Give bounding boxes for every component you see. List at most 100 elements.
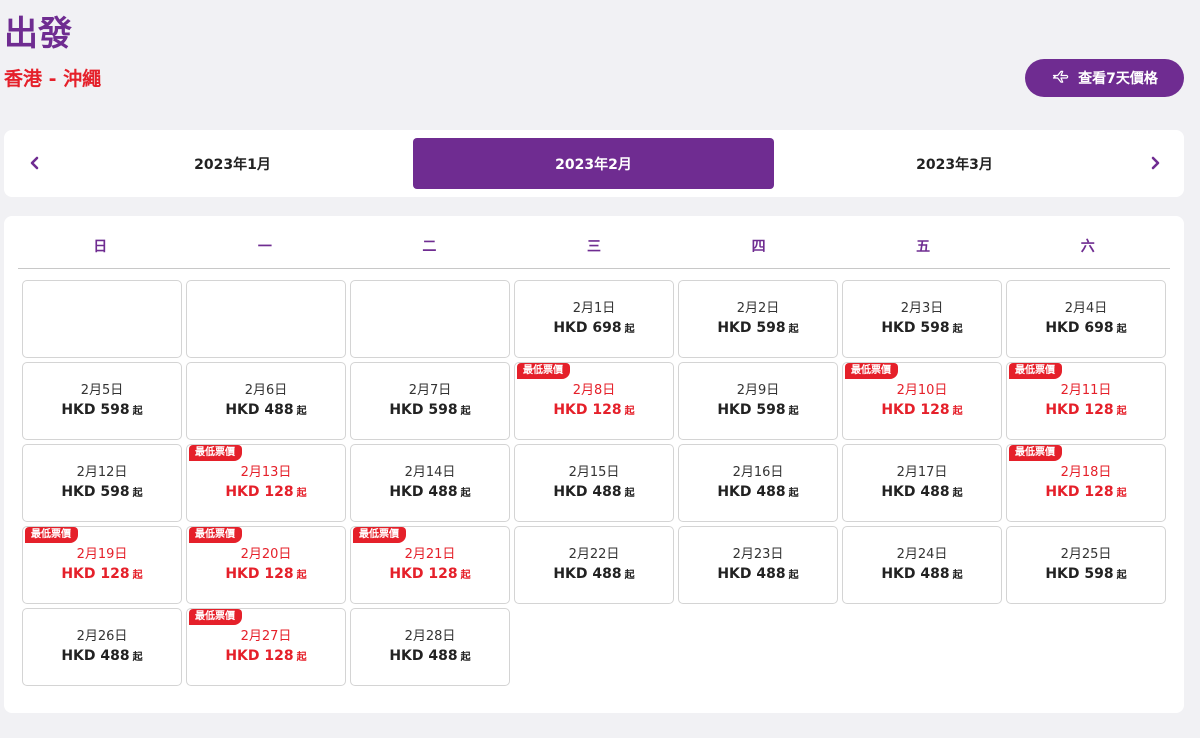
day-date: 2月2日 xyxy=(736,301,780,316)
page-title: 出發 xyxy=(4,14,72,54)
calendar-day-cell[interactable]: 2月4日 HKD 698 起 xyxy=(1006,280,1166,358)
day-date: 2月28日 xyxy=(404,629,456,644)
route-label: 香港 - 沖繩 xyxy=(4,68,102,90)
day-price: HKD 698 起 xyxy=(553,318,634,340)
calendar-day-cell[interactable]: 2月26日 HKD 488 起 xyxy=(22,608,182,686)
calendar-day-cell[interactable]: 2月23日 HKD 488 起 xyxy=(678,526,838,604)
day-price: HKD 598 起 xyxy=(61,482,142,504)
day-price: HKD 598 起 xyxy=(717,400,798,422)
chevron-left-icon xyxy=(30,156,39,170)
day-price: HKD 598 起 xyxy=(881,318,962,340)
day-price: HKD 128 起 xyxy=(881,400,962,422)
price-amount: HKD 128 xyxy=(61,566,130,582)
calendar-day-cell[interactable]: 2月14日 HKD 488 起 xyxy=(350,444,510,522)
price-suffix: 起 xyxy=(1116,570,1127,581)
day-price: HKD 598 起 xyxy=(1045,564,1126,586)
price-amount: HKD 698 xyxy=(553,320,622,336)
day-date: 2月6日 xyxy=(244,383,288,398)
calendar-day-cell[interactable]: 2月12日 HKD 598 起 xyxy=(22,444,182,522)
day-price: HKD 488 起 xyxy=(389,482,470,504)
day-price: HKD 128 起 xyxy=(553,400,634,422)
weekday-header: 日 一 二 三 四 五 六 xyxy=(18,216,1170,269)
weekday-wed: 三 xyxy=(586,239,601,255)
calendar-day-cell[interactable]: 最低票價 2月20日 HKD 128 起 xyxy=(186,526,346,604)
price-amount: HKD 598 xyxy=(1045,566,1114,582)
calendar-day-cell[interactable]: 2月2日 HKD 598 起 xyxy=(678,280,838,358)
calendar-day-cell[interactable]: 2月7日 HKD 598 起 xyxy=(350,362,510,440)
price-suffix: 起 xyxy=(296,652,307,663)
calendar-day-cell[interactable]: 2月3日 HKD 598 起 xyxy=(842,280,1002,358)
day-date: 2月19日 xyxy=(76,547,128,562)
calendar-day-cell[interactable]: 最低票價 2月21日 HKD 128 起 xyxy=(350,526,510,604)
calendar-day-cell[interactable]: 2月17日 HKD 488 起 xyxy=(842,444,1002,522)
calendar-day-cell[interactable]: 2月6日 HKD 488 起 xyxy=(186,362,346,440)
calendar-day-cell[interactable]: 最低票價 2月27日 HKD 128 起 xyxy=(186,608,346,686)
lowest-fare-badge: 最低票價 xyxy=(845,363,898,379)
price-amount: HKD 128 xyxy=(225,648,294,664)
price-suffix: 起 xyxy=(132,652,143,663)
lowest-fare-badge: 最低票價 xyxy=(189,609,242,625)
calendar-day-cell[interactable]: 2月9日 HKD 598 起 xyxy=(678,362,838,440)
calendar-day-cell[interactable]: 2月16日 HKD 488 起 xyxy=(678,444,838,522)
day-date: 2月23日 xyxy=(732,547,784,562)
day-price: HKD 488 起 xyxy=(61,646,142,668)
calendar-day-cell[interactable]: 最低票價 2月18日 HKD 128 起 xyxy=(1006,444,1166,522)
calendar-empty-cell xyxy=(22,280,182,358)
price-amount: HKD 128 xyxy=(553,402,622,418)
day-price: HKD 488 起 xyxy=(225,400,306,422)
calendar-day-cell[interactable]: 2月5日 HKD 598 起 xyxy=(22,362,182,440)
day-date: 2月12日 xyxy=(76,465,128,480)
price-suffix: 起 xyxy=(788,488,799,499)
price-amount: HKD 488 xyxy=(553,566,622,582)
day-price: HKD 488 起 xyxy=(389,646,470,668)
price-suffix: 起 xyxy=(1116,406,1127,417)
calendar-day-cell[interactable]: 2月25日 HKD 598 起 xyxy=(1006,526,1166,604)
month-selector: 2023年1月 2023年2月 2023年3月 xyxy=(4,130,1184,197)
calendar-empty-cell xyxy=(350,280,510,358)
day-price: HKD 488 起 xyxy=(717,564,798,586)
price-amount: HKD 598 xyxy=(717,402,786,418)
tab-month-current[interactable]: 2023年2月 xyxy=(413,138,774,189)
fare-calendar: 日 一 二 三 四 五 六 2月1日 HKD 698 起 2月2日 HKD 598 起 2月… xyxy=(4,216,1184,713)
day-date: 2月13日 xyxy=(240,465,292,480)
day-date: 2月24日 xyxy=(896,547,948,562)
day-price: HKD 128 起 xyxy=(389,564,470,586)
calendar-day-cell[interactable]: 2月1日 HKD 698 起 xyxy=(514,280,674,358)
calendar-day-cell[interactable]: 最低票價 2月11日 HKD 128 起 xyxy=(1006,362,1166,440)
calendar-day-cell[interactable]: 2月15日 HKD 488 起 xyxy=(514,444,674,522)
day-date: 2月21日 xyxy=(404,547,456,562)
view-7-day-prices-button[interactable]: 查看7天價格 xyxy=(1025,59,1184,97)
next-month-button[interactable] xyxy=(1144,152,1166,174)
calendar-day-cell[interactable]: 最低票價 2月13日 HKD 128 起 xyxy=(186,444,346,522)
tab-month-prev[interactable]: 2023年1月 xyxy=(52,138,413,189)
price-suffix: 起 xyxy=(460,406,471,417)
calendar-day-cell[interactable]: 2月24日 HKD 488 起 xyxy=(842,526,1002,604)
day-date: 2月17日 xyxy=(896,465,948,480)
calendar-day-cell[interactable]: 2月22日 HKD 488 起 xyxy=(514,526,674,604)
price-suffix: 起 xyxy=(296,570,307,581)
weekday-mon: 一 xyxy=(257,239,272,255)
price-suffix: 起 xyxy=(788,324,799,335)
calendar-day-cell[interactable]: 最低票價 2月10日 HKD 128 起 xyxy=(842,362,1002,440)
price-suffix: 起 xyxy=(624,570,635,581)
day-price: HKD 598 起 xyxy=(717,318,798,340)
calendar-day-cell[interactable]: 最低票價 2月8日 HKD 128 起 xyxy=(514,362,674,440)
day-date: 2月26日 xyxy=(76,629,128,644)
day-date: 2月3日 xyxy=(900,301,944,316)
price-suffix: 起 xyxy=(132,570,143,581)
price-suffix: 起 xyxy=(1116,488,1127,499)
weekday-tue: 二 xyxy=(422,239,437,255)
price-suffix: 起 xyxy=(952,406,963,417)
weekday-sun: 日 xyxy=(93,239,108,255)
price-suffix: 起 xyxy=(296,488,307,499)
day-date: 2月11日 xyxy=(1060,383,1112,398)
day-date: 2月20日 xyxy=(240,547,292,562)
prev-month-button[interactable] xyxy=(24,152,46,174)
price-amount: HKD 488 xyxy=(61,648,130,664)
day-price: HKD 488 起 xyxy=(553,482,634,504)
calendar-day-cell[interactable]: 最低票價 2月19日 HKD 128 起 xyxy=(22,526,182,604)
day-date: 2月15日 xyxy=(568,465,620,480)
price-amount: HKD 488 xyxy=(717,484,786,500)
calendar-day-cell[interactable]: 2月28日 HKD 488 起 xyxy=(350,608,510,686)
tab-month-next[interactable]: 2023年3月 xyxy=(774,138,1135,189)
